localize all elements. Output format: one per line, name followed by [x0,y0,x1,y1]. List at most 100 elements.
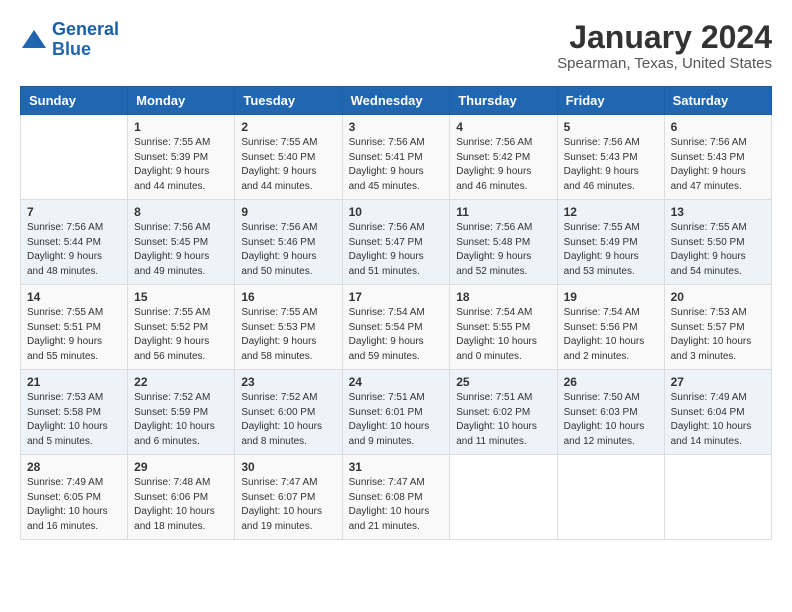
calendar-week-row: 7 Sunrise: 7:56 AMSunset: 5:44 PMDaylight… [21,200,772,285]
day-info: Sunrise: 7:51 AMSunset: 6:02 PMDaylight:… [456,391,550,449]
calendar-cell: 20 Sunrise: 7:53 AMSunset: 5:57 PMDayligh… [664,285,771,370]
day-info: Sunrise: 7:49 AMSunset: 6:04 PMDaylight:… [671,391,765,449]
calendar-cell: 13Sunrise: 7:55 AMSunset: 5:50 PMDayligh… [664,200,771,285]
calendar-cell: 2Sunrise: 7:55 AMSunset: 5:40 PMDaylight… [235,115,342,200]
day-number: 15 [134,290,228,304]
day-info: Sunrise: 7:47 AMSunset: 6:07 PMDaylight:… [241,476,335,534]
day-number: 8 [134,205,228,219]
calendar-cell: 10Sunrise: 7:56 AMSunset: 5:47 PMDayligh… [342,200,450,285]
day-info: Sunrise: 7:56 AMSunset: 5:44 PMDaylight:… [27,221,121,279]
calendar-cell: 24 Sunrise: 7:51 AMSunset: 6:01 PMDayligh… [342,370,450,455]
calendar-cell: 27 Sunrise: 7:49 AMSunset: 6:04 PMDayligh… [664,370,771,455]
day-number: 28 [27,460,121,474]
month-title: January 2024 [557,20,772,55]
day-info: Sunrise: 7:55 AMSunset: 5:51 PMDaylight:… [27,306,121,364]
day-number: 31 [349,460,444,474]
day-number: 1 [134,120,228,134]
calendar-cell [21,115,128,200]
day-info: Sunrise: 7:55 AMSunset: 5:53 PMDaylight:… [241,306,335,364]
day-number: 19 [564,290,658,304]
day-header-thursday: Thursday [450,87,557,115]
calendar-cell: 1 Sunrise: 7:55 AMSunset: 5:39 PMDaylight… [128,115,235,200]
day-info: Sunrise: 7:56 AMSunset: 5:43 PMDaylight:… [671,136,765,194]
day-info: Sunrise: 7:56 AMSunset: 5:46 PMDaylight:… [241,221,335,279]
calendar-cell: 31 Sunrise: 7:47 AMSunset: 6:08 PMDayligh… [342,455,450,540]
day-info: Sunrise: 7:52 AMSunset: 6:00 PMDaylight:… [241,391,335,449]
day-info: Sunrise: 7:55 AMSunset: 5:49 PMDaylight:… [564,221,658,279]
calendar-cell: 16 Sunrise: 7:55 AMSunset: 5:53 PMDayligh… [235,285,342,370]
day-number: 24 [349,375,444,389]
title-block: January 2024 Spearman, Texas, United Sta… [557,20,772,72]
day-info: Sunrise: 7:48 AMSunset: 6:06 PMDaylight:… [134,476,228,534]
day-info: Sunrise: 7:54 AMSunset: 5:55 PMDaylight:… [456,306,550,364]
day-info: Sunrise: 7:56 AMSunset: 5:48 PMDaylight:… [456,221,550,279]
calendar-cell: 28 Sunrise: 7:49 AMSunset: 6:05 PMDayligh… [21,455,128,540]
calendar-cell: 15 Sunrise: 7:55 AMSunset: 5:52 PMDayligh… [128,285,235,370]
day-number: 20 [671,290,765,304]
day-number: 26 [564,375,658,389]
day-number: 16 [241,290,335,304]
logo-name2: Blue [52,39,91,59]
day-info: Sunrise: 7:53 AMSunset: 5:57 PMDaylight:… [671,306,765,364]
day-number: 3 [349,120,444,134]
day-header-saturday: Saturday [664,87,771,115]
day-number: 14 [27,290,121,304]
calendar-cell: 4 Sunrise: 7:56 AMSunset: 5:42 PMDaylight… [450,115,557,200]
day-info: Sunrise: 7:55 AMSunset: 5:39 PMDaylight:… [134,136,228,194]
day-info: Sunrise: 7:55 AMSunset: 5:52 PMDaylight:… [134,306,228,364]
day-header-sunday: Sunday [21,87,128,115]
day-number: 6 [671,120,765,134]
logo-icon [20,28,48,52]
day-info: Sunrise: 7:50 AMSunset: 6:03 PMDaylight:… [564,391,658,449]
day-info: Sunrise: 7:49 AMSunset: 6:05 PMDaylight:… [27,476,121,534]
calendar-cell [557,455,664,540]
day-info: Sunrise: 7:54 AMSunset: 5:54 PMDaylight:… [349,306,444,364]
day-header-tuesday: Tuesday [235,87,342,115]
day-info: Sunrise: 7:56 AMSunset: 5:47 PMDaylight:… [349,221,444,279]
calendar-cell: 9 Sunrise: 7:56 AMSunset: 5:46 PMDaylight… [235,200,342,285]
day-number: 27 [671,375,765,389]
calendar-cell: 6 Sunrise: 7:56 AMSunset: 5:43 PMDaylight… [664,115,771,200]
calendar-cell: 30 Sunrise: 7:47 AMSunset: 6:07 PMDayligh… [235,455,342,540]
day-info: Sunrise: 7:56 AMSunset: 5:45 PMDaylight:… [134,221,228,279]
day-number: 2 [241,120,335,134]
day-info: Sunrise: 7:53 AMSunset: 5:58 PMDaylight:… [27,391,121,449]
page-header: General Blue January 2024 Spearman, Texa… [20,20,772,72]
calendar-table: SundayMondayTuesdayWednesdayThursdayFrid… [20,86,772,540]
calendar-cell: 29Sunrise: 7:48 AMSunset: 6:06 PMDayligh… [128,455,235,540]
calendar-cell: 14 Sunrise: 7:55 AMSunset: 5:51 PMDayligh… [21,285,128,370]
day-number: 17 [349,290,444,304]
day-info: Sunrise: 7:56 AMSunset: 5:41 PMDaylight:… [349,136,444,194]
logo-name1: General [52,19,119,39]
day-info: Sunrise: 7:47 AMSunset: 6:08 PMDaylight:… [349,476,444,534]
logo: General Blue [20,20,119,60]
day-info: Sunrise: 7:56 AMSunset: 5:42 PMDaylight:… [456,136,550,194]
day-number: 30 [241,460,335,474]
day-number: 22 [134,375,228,389]
calendar-cell: 5Sunrise: 7:56 AMSunset: 5:43 PMDaylight… [557,115,664,200]
calendar-cell: 22 Sunrise: 7:52 AMSunset: 5:59 PMDayligh… [128,370,235,455]
calendar-cell: 17 Sunrise: 7:54 AMSunset: 5:54 PMDayligh… [342,285,450,370]
calendar-cell: 18Sunrise: 7:54 AMSunset: 5:55 PMDayligh… [450,285,557,370]
day-number: 9 [241,205,335,219]
day-header-friday: Friday [557,87,664,115]
day-info: Sunrise: 7:51 AMSunset: 6:01 PMDaylight:… [349,391,444,449]
day-header-monday: Monday [128,87,235,115]
logo-text: General Blue [52,20,119,60]
calendar-cell: 19 Sunrise: 7:54 AMSunset: 5:56 PMDayligh… [557,285,664,370]
calendar-cell: 3 Sunrise: 7:56 AMSunset: 5:41 PMDaylight… [342,115,450,200]
location-subtitle: Spearman, Texas, United States [557,55,772,72]
calendar-week-row: 1 Sunrise: 7:55 AMSunset: 5:39 PMDaylight… [21,115,772,200]
day-number: 4 [456,120,550,134]
calendar-week-row: 14 Sunrise: 7:55 AMSunset: 5:51 PMDayligh… [21,285,772,370]
day-info: Sunrise: 7:52 AMSunset: 5:59 PMDaylight:… [134,391,228,449]
calendar-cell: 23Sunrise: 7:52 AMSunset: 6:00 PMDayligh… [235,370,342,455]
day-number: 21 [27,375,121,389]
calendar-cell: 25Sunrise: 7:51 AMSunset: 6:02 PMDayligh… [450,370,557,455]
calendar-cell: 8 Sunrise: 7:56 AMSunset: 5:45 PMDaylight… [128,200,235,285]
calendar-week-row: 21 Sunrise: 7:53 AMSunset: 5:58 PMDayligh… [21,370,772,455]
day-info: Sunrise: 7:54 AMSunset: 5:56 PMDaylight:… [564,306,658,364]
calendar-cell: 11Sunrise: 7:56 AMSunset: 5:48 PMDayligh… [450,200,557,285]
day-number: 7 [27,205,121,219]
day-number: 12 [564,205,658,219]
